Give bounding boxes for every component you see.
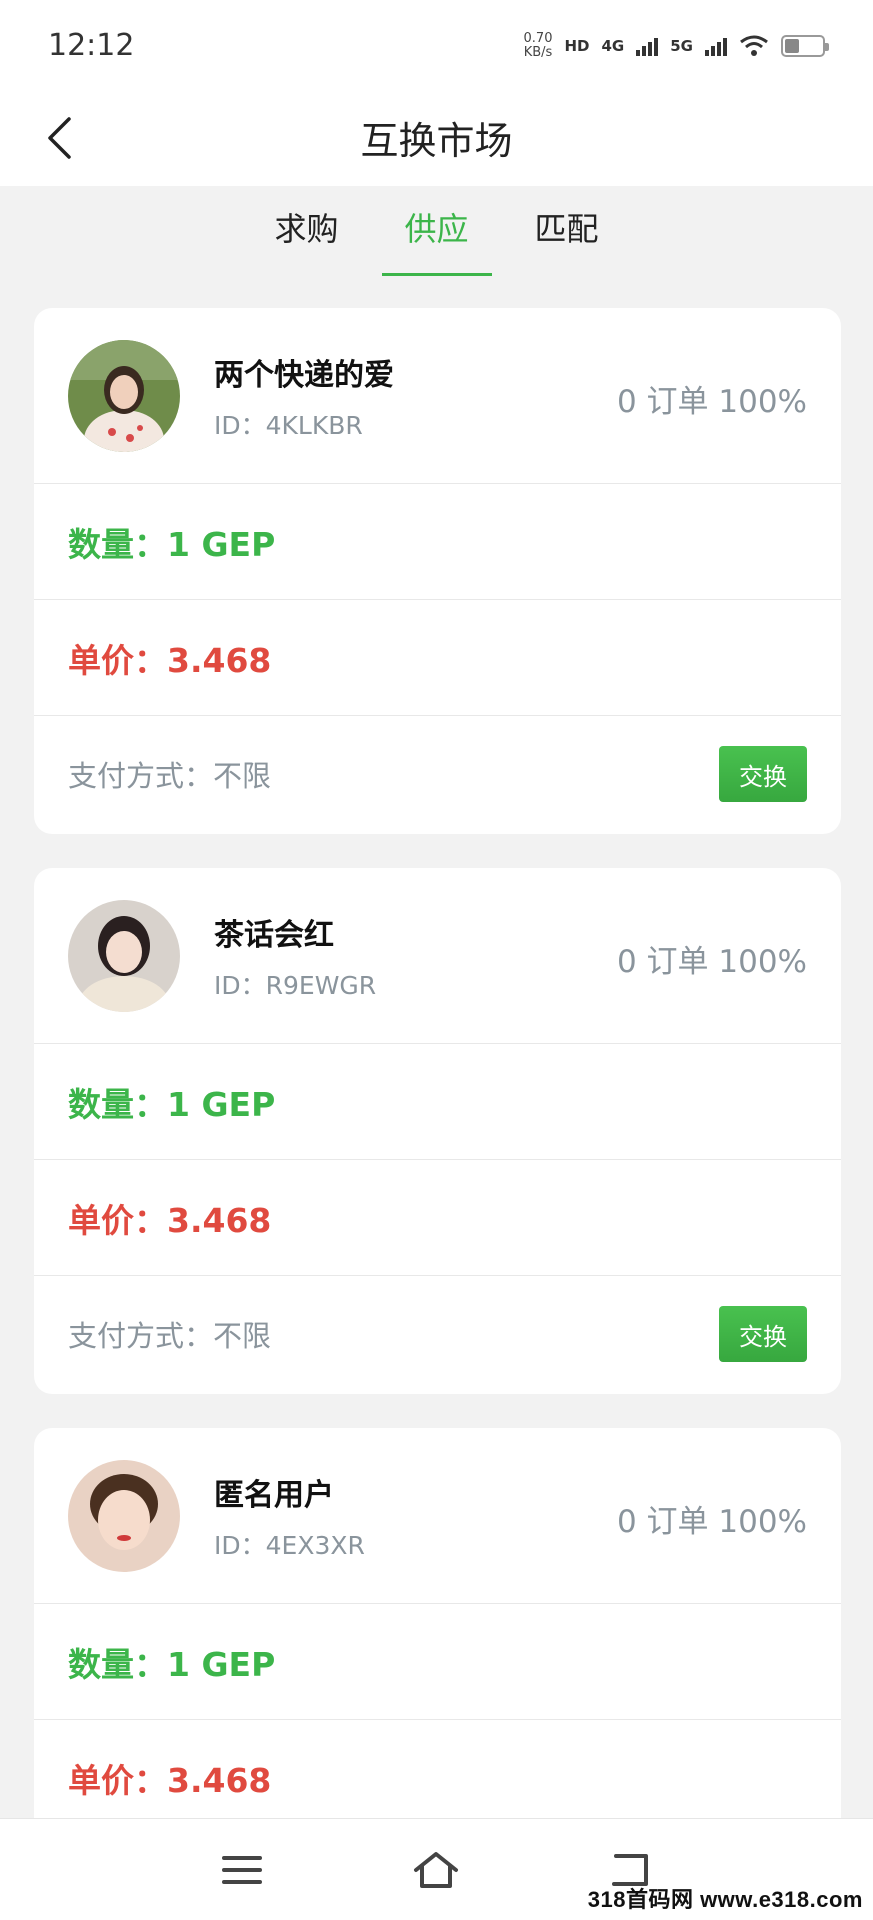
listing-header: 匿名用户 ID：4EX3XR 0 订单 100% <box>34 1428 841 1604</box>
tab-match[interactable]: 匹配 <box>532 186 602 276</box>
avatar[interactable] <box>68 900 180 1012</box>
header: 互换市场 <box>0 88 873 186</box>
exchange-button[interactable]: 交换 <box>719 1306 807 1362</box>
system-nav-bar: 318首码网 www.e318.com <box>0 1818 873 1920</box>
quantity-row: 数量：1 GEP <box>34 1604 841 1720</box>
speed-value: 0.70 <box>523 31 553 46</box>
listing-card: 两个快递的爱 ID：4KLKBR 0 订单 100% 数量：1 GEP 单价：3… <box>34 308 841 834</box>
home-button[interactable] <box>406 1845 466 1895</box>
quantity-value: 数量：1 GEP <box>68 1084 276 1124</box>
hd-icon: HD <box>564 37 590 55</box>
signal-icon-2 <box>705 36 727 56</box>
payment-method: 支付方式：不限 <box>68 1319 272 1353</box>
page-title: 互换市场 <box>360 119 513 163</box>
tab-buy[interactable]: 求购 <box>272 186 342 276</box>
price-row: 单价：3.468 <box>34 1160 841 1276</box>
menu-icon <box>222 1856 262 1884</box>
unit-price: 单价：3.468 <box>68 640 272 680</box>
home-icon <box>414 1852 458 1888</box>
tab-bar: 求购 供应 匹配 <box>0 186 873 276</box>
tab-supply[interactable]: 供应 <box>381 186 492 276</box>
menu-button[interactable] <box>212 1845 272 1895</box>
unit-price: 单价：3.468 <box>68 1200 272 1240</box>
wifi-icon <box>740 35 768 56</box>
user-name: 匿名用户 <box>214 1478 334 1513</box>
listing-header: 两个快递的爱 ID：4KLKBR 0 订单 100% <box>34 308 841 484</box>
user-id: ID：4KLKBR <box>214 411 363 440</box>
quantity-value: 数量：1 GEP <box>68 524 276 564</box>
listing-card: 茶话会红 ID：R9EWGR 0 订单 100% 数量：1 GEP 单价：3.4… <box>34 868 841 1394</box>
user-name: 两个快递的爱 <box>214 358 394 393</box>
avatar[interactable] <box>68 1460 180 1572</box>
quantity-value: 数量：1 GEP <box>68 1644 276 1684</box>
avatar[interactable] <box>68 340 180 452</box>
status-bar: 12:12 0.70 KB/s HD 4G 5G <box>0 0 873 88</box>
user-id: ID：R9EWGR <box>214 971 377 1000</box>
exchange-button[interactable]: 交换 <box>719 746 807 802</box>
user-stats: 0 订单 100% <box>616 1504 807 1540</box>
speed-unit: KB/s <box>523 45 553 60</box>
battery-icon <box>781 35 829 57</box>
network-type-1: 4G <box>601 37 625 55</box>
payment-row: 支付方式：不限 交换 <box>34 716 841 832</box>
signal-icon-1 <box>636 36 659 56</box>
price-row: 单价：3.468 <box>34 600 841 716</box>
quantity-row: 数量：1 GEP <box>34 484 841 600</box>
user-id: ID：4EX3XR <box>214 1531 365 1560</box>
network-speed: 0.70 KB/s <box>524 32 553 60</box>
listing-card: 匿名用户 ID：4EX3XR 0 订单 100% 数量：1 GEP 单价：3.4… <box>34 1428 841 1848</box>
payment-method: 支付方式：不限 <box>68 759 272 793</box>
payment-row: 支付方式：不限 交换 <box>34 1276 841 1392</box>
user-stats: 0 订单 100% <box>616 384 807 420</box>
listing-header: 茶话会红 ID：R9EWGR 0 订单 100% <box>34 868 841 1044</box>
status-icons: 0.70 KB/s HD 4G 5G <box>524 28 829 64</box>
status-time: 12:12 <box>48 28 135 63</box>
quantity-row: 数量：1 GEP <box>34 1044 841 1160</box>
network-type-2: 5G <box>670 37 693 55</box>
user-name: 茶话会红 <box>214 918 334 953</box>
unit-price: 单价：3.468 <box>68 1761 272 1800</box>
user-stats: 0 订单 100% <box>616 944 807 980</box>
watermark: 318首码网 www.e318.com <box>587 1887 863 1912</box>
